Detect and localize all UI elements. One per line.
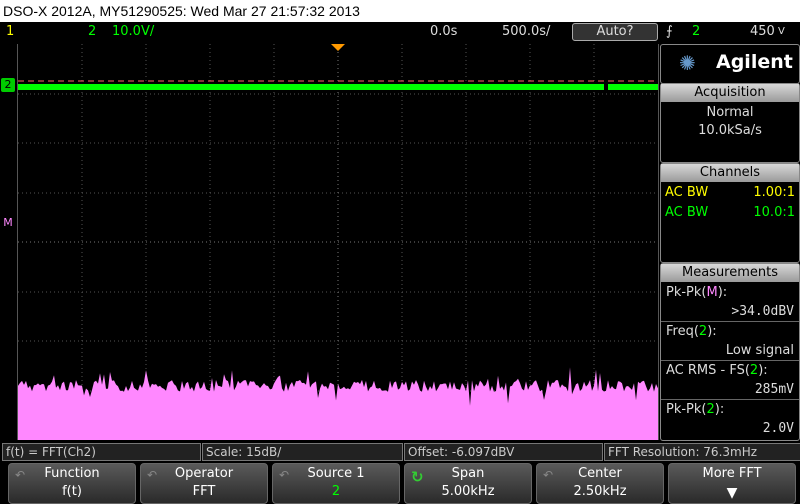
graticule-svg	[18, 44, 658, 440]
ch2-ground-marker[interactable]: 2	[1, 78, 15, 92]
measurements-title: Measurements	[661, 264, 799, 282]
channel-2-coupling: AC BW	[665, 205, 709, 220]
measurements-panel[interactable]: Measurements Pk-Pk(M): >34.0dBV Freq(2):…	[660, 263, 800, 441]
center-softkey[interactable]: ↶ Center 2.50kHz	[536, 463, 664, 504]
trigger-level[interactable]: 450	[750, 22, 775, 42]
brand-logo: Agilent	[716, 51, 793, 73]
title-text: DSO-X 2012A, MY51290525: Wed Mar 27 21:5…	[3, 3, 360, 19]
trigger-mode-label: Auto?	[596, 24, 634, 39]
ch2-scale[interactable]: 10.0V/	[112, 22, 154, 42]
trigger-position-marker	[331, 44, 345, 51]
status-row: 1 2 10.0V/ 0.0s 500.0s/ Auto? ⨍ 2 450 V	[0, 22, 800, 42]
measurement-2-label: Freq(2):	[666, 324, 717, 339]
fft-offset-readout: Offset: -6.097dBV	[404, 443, 603, 461]
function-softkey[interactable]: ↶ Function f(t)	[8, 463, 136, 504]
acquisition-mode: Normal	[706, 105, 754, 120]
channels-panel[interactable]: Channels AC BW 1.00:1 AC BW 10.0:1	[660, 163, 800, 263]
waveform-display[interactable]	[17, 44, 659, 440]
ch2-trace	[18, 84, 658, 90]
softkey-bar: ↶ Function f(t) ↶ Operator FFT ↶ Source …	[0, 462, 800, 504]
trigger-level-unit: V	[778, 26, 785, 37]
fft-scale-readout: Scale: 15dB/	[202, 443, 403, 461]
down-arrow-icon: ▼	[726, 485, 738, 501]
title-bar: DSO-X 2012A, MY51290525: Wed Mar 27 21:5…	[0, 0, 800, 22]
sample-rate: 10.0kSa/s	[698, 123, 762, 138]
trigger-mode-button[interactable]: Auto?	[572, 23, 658, 41]
ch2-number[interactable]: 2	[88, 22, 96, 42]
measurement-1-value: >34.0dBV	[731, 304, 794, 319]
channel-2-probe: 10.0:1	[753, 205, 795, 220]
ch2-trace-gap	[604, 83, 608, 91]
side-panel: ✺ Agilent Acquisition Normal 10.0kSa/s C…	[660, 44, 800, 441]
span-softkey[interactable]: ↻ Span 5.00kHz	[404, 463, 532, 504]
more-fft-softkey[interactable]: More FFT ▼	[668, 463, 796, 504]
measurement-3-value: 285mV	[754, 382, 794, 397]
measurement-1-label: Pk-Pk(M):	[666, 285, 728, 300]
channel-1-coupling: AC BW	[665, 185, 709, 200]
rising-edge-icon: ⨍	[666, 24, 673, 39]
measurement-3-label: AC RMS - FS(2):	[666, 363, 768, 378]
source1-softkey[interactable]: ↶ Source 1 2	[272, 463, 400, 504]
math-ground-marker[interactable]: M	[1, 216, 15, 230]
acquisition-panel[interactable]: Acquisition Normal 10.0kSa/s	[660, 83, 800, 163]
operator-softkey[interactable]: ↶ Operator FFT	[140, 463, 268, 504]
channel-1-probe: 1.00:1	[753, 185, 795, 200]
trigger-source[interactable]: 2	[692, 22, 700, 42]
measurement-4-value: 2.0V	[762, 421, 794, 436]
ch1-number[interactable]: 1	[6, 22, 14, 42]
measurement-4-label: Pk-Pk(2):	[666, 402, 725, 417]
acquisition-title: Acquisition	[661, 84, 799, 102]
math-function-readout: f(t) = FFT(Ch2)	[2, 443, 201, 461]
channels-title: Channels	[661, 164, 799, 182]
fft-resolution-readout: FFT Resolution: 76.3mHz	[604, 443, 800, 461]
agilent-spark-icon: ✺	[679, 51, 696, 75]
channel-1-row: AC BW 1.00:1	[661, 183, 799, 203]
measurement-2-value: Low signal	[725, 343, 794, 358]
brand-panel: ✺ Agilent	[660, 44, 800, 84]
delay-readout[interactable]: 0.0s	[430, 22, 457, 42]
fft-spectrum-trace	[18, 367, 658, 440]
info-bar: f(t) = FFT(Ch2) Scale: 15dB/ Offset: -6.…	[0, 442, 800, 461]
channel-2-row: AC BW 10.0:1	[661, 203, 799, 223]
timebase-readout[interactable]: 500.0s/	[502, 22, 550, 42]
